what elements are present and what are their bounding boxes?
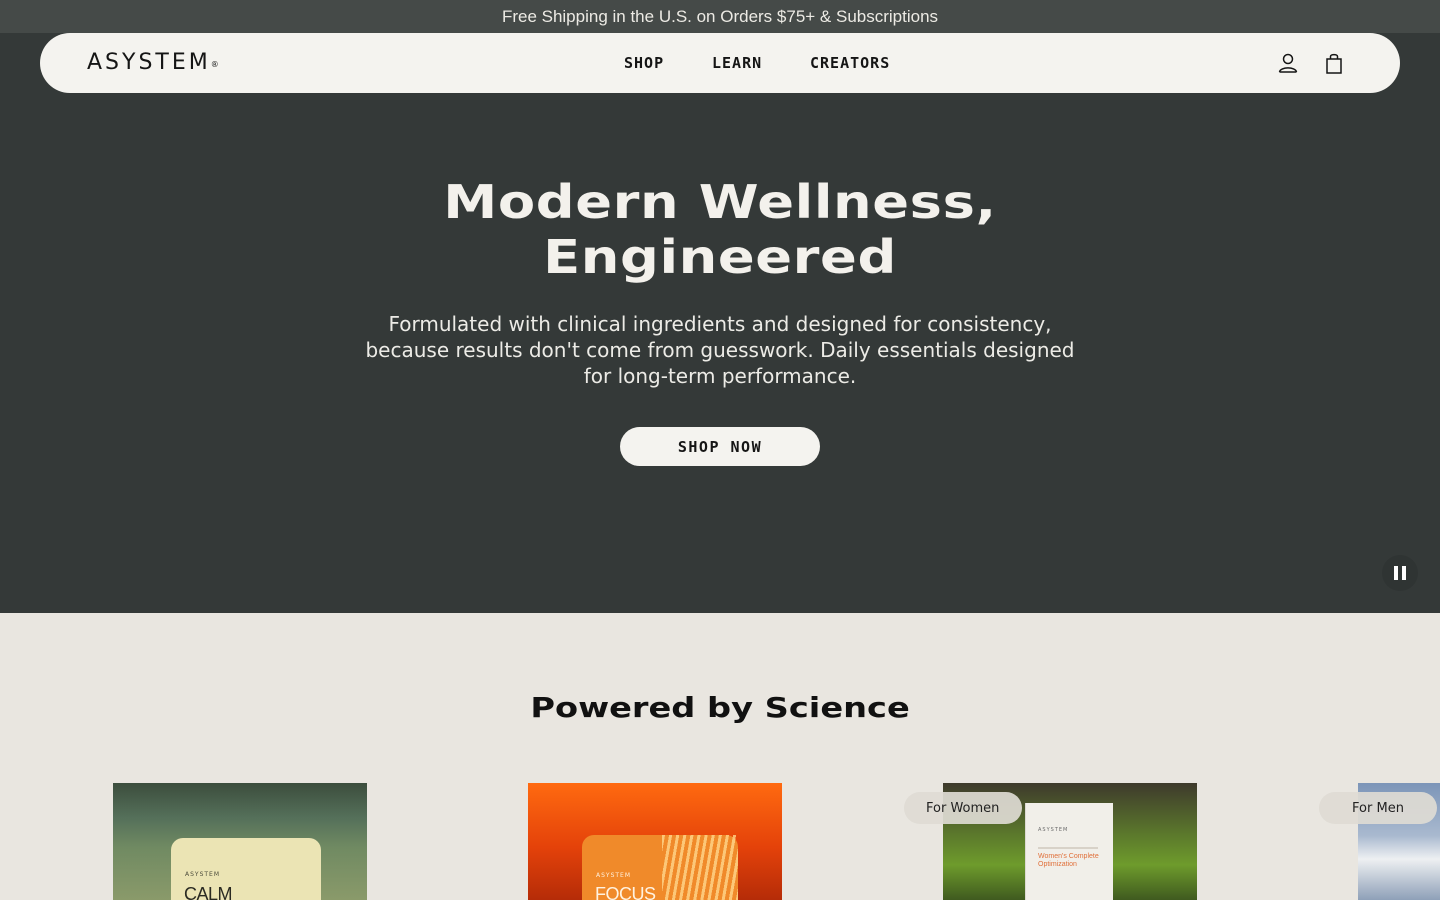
for-men-badge: For Men — [1319, 792, 1437, 824]
pouch-name: CALM — [184, 884, 233, 900]
site-logo[interactable]: ASYSTEM® — [87, 51, 219, 75]
box-brand: ASYSTEM — [1038, 827, 1069, 833]
pouch-name: FOCUS — [595, 884, 656, 900]
for-women-badge: For Women — [904, 792, 1022, 824]
hero-title-line1: Modern Wellness, — [443, 175, 997, 229]
hero-subtitle-line2: because results don't come from guesswor… — [365, 338, 1075, 362]
announcement-bar: Free Shipping in the U.S. on Orders $75+… — [0, 0, 1440, 33]
announcement-text: Free Shipping in the U.S. on Orders $75+… — [501, 6, 939, 26]
pause-icon[interactable] — [1382, 555, 1418, 591]
nav-item-shop[interactable]: SHOP — [624, 53, 664, 73]
product-image-focus: ASYSTEM FOCUS — [582, 835, 738, 900]
product-card-calm[interactable]: ASYSTEM CALM — [113, 783, 367, 900]
account-icon[interactable] — [1275, 50, 1301, 76]
pouch-brand: ASYSTEM — [185, 871, 221, 878]
hero-subtitle-line3: for long-term performance. — [583, 364, 857, 388]
cart-icon[interactable] — [1321, 50, 1347, 76]
box-name: Women's Complete Optimization — [1038, 853, 1099, 868]
nav-item-learn[interactable]: LEARN — [712, 53, 762, 73]
nav-item-creators[interactable]: CREATORS — [810, 53, 890, 73]
section-title-text: Powered by Science — [530, 691, 910, 724]
shop-now-button[interactable]: SHOP NOW — [620, 427, 820, 466]
site-header: ASYSTEM® SHOP LEARN CREATORS — [40, 33, 1400, 93]
hero-title-line2: Engineered — [543, 230, 897, 284]
hero-subtitle: Formulated with clinical ingredients and… — [360, 311, 1080, 389]
pouch-brand: ASYSTEM — [596, 872, 632, 879]
logo-registered-mark: ® — [210, 60, 219, 69]
product-image-women: ASYSTEM Women's Complete Optimization — [1025, 803, 1113, 900]
product-image-calm: ASYSTEM CALM — [171, 838, 321, 900]
product-card-focus[interactable]: ASYSTEM FOCUS — [528, 783, 782, 900]
hero-subtitle-line1: Formulated with clinical ingredients and… — [388, 312, 1052, 336]
section-title: Powered by Science — [0, 688, 1440, 728]
hero-title: Modern Wellness, Engineered — [0, 175, 1440, 285]
logo-text: ASYSTEM — [87, 50, 211, 75]
